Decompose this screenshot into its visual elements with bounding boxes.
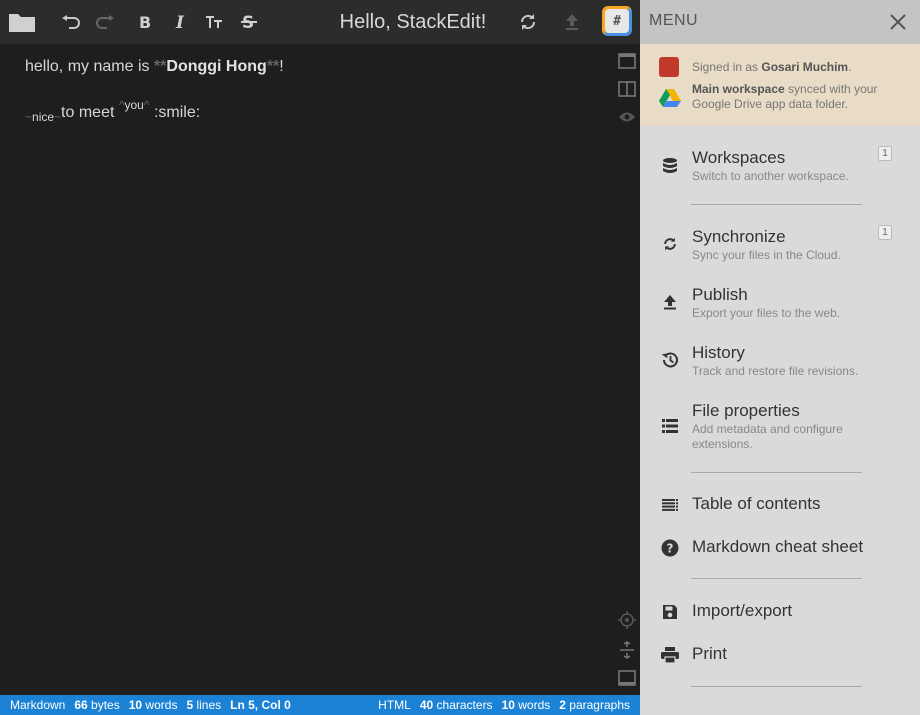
menu-item-label: Synchronize <box>692 227 786 246</box>
document-title[interactable]: Hello, StackEdit! <box>318 9 508 35</box>
menu-header: MENU <box>640 0 920 44</box>
printer-icon <box>660 645 680 665</box>
menu-item-synchronize[interactable]: Synchronize Sync your files in the Cloud… <box>640 225 920 275</box>
subscript-marker: ~ <box>25 110 33 124</box>
upload-icon <box>660 292 680 312</box>
status-right: HTML 40 characters 10 words 2 paragraphs <box>378 695 630 715</box>
publish-icon[interactable] <box>556 6 588 38</box>
menu-item-desc: Add metadata and configure extensions. <box>692 422 843 451</box>
menu-item-markdown-cheat-sheet[interactable]: ? Markdown cheat sheet <box>640 535 920 561</box>
editor-text: to meet <box>61 104 119 121</box>
close-icon[interactable] <box>888 12 908 32</box>
bold-marker: ** <box>153 58 167 75</box>
menu-item-publish[interactable]: Publish Export your files to the web. <box>640 283 920 333</box>
toggle-navbar-icon[interactable] <box>617 51 637 71</box>
menu-item-label: History <box>692 343 745 362</box>
menu-separator <box>691 686 862 687</box>
superscript-marker: ^ <box>143 98 150 112</box>
svg-text:B: B <box>139 14 151 30</box>
menu-item-desc: Sync your files in the Cloud. <box>692 248 841 262</box>
bold-text: Donggi Hong <box>166 58 267 75</box>
signin-info: Signed in as Gosari Muchim. Main workspa… <box>640 44 920 126</box>
sync-icon <box>660 234 680 254</box>
preview-eye-icon[interactable] <box>617 107 637 127</box>
svg-text:I: I <box>175 14 185 30</box>
menu-item-desc: Switch to another workspace. <box>692 169 849 183</box>
italic-icon[interactable]: I <box>165 6 197 38</box>
redo-icon[interactable] <box>89 6 121 38</box>
status-mode: Markdown <box>10 698 66 712</box>
strikethrough-icon[interactable]: S <box>233 6 265 38</box>
focus-crosshair-icon[interactable] <box>617 610 637 630</box>
menu-separator <box>691 204 862 205</box>
editor-line: ~nice~to meet ^you^ :smile: <box>25 98 201 124</box>
bold-icon[interactable]: B <box>130 6 162 38</box>
scroll-sync-icon[interactable] <box>617 640 637 660</box>
status-paragraphs: 2 paragraphs <box>559 698 630 712</box>
status-words: 10 words <box>128 698 178 712</box>
menu-item-label: Import/export <box>692 601 793 620</box>
toc-icon <box>660 495 680 515</box>
workspace-sync-text: Main workspace synced with your Google D… <box>692 82 878 111</box>
menu-item-import-export[interactable]: Import/export <box>640 599 920 625</box>
menu-separator <box>691 578 862 579</box>
status-bar: Markdown 66 bytes 10 words 5 lines Ln 5, Col… <box>0 695 640 715</box>
svg-text:?: ? <box>667 542 674 556</box>
status-cursor: Ln 5, Col 0 <box>230 698 291 712</box>
notification-badge: 1 <box>878 146 892 161</box>
folder-icon[interactable] <box>6 6 38 38</box>
google-drive-icon <box>659 88 681 108</box>
menu-item-label: Print <box>692 644 727 663</box>
menu-item-file-properties[interactable]: File properties Add metadata and configu… <box>640 399 920 455</box>
status-characters: 40 characters <box>419 698 493 712</box>
status-html-words: 10 words <box>501 698 551 712</box>
menu-item-table-of-contents[interactable]: Table of contents <box>640 492 920 518</box>
subscript-text: nice <box>32 110 55 124</box>
status-html-mode: HTML <box>378 698 411 712</box>
navigation-bar: B I S Hello, StackEdit! # <box>0 0 640 44</box>
menu-item-history[interactable]: History Track and restore file revisions… <box>640 341 920 391</box>
menu-item-workspaces[interactable]: Workspaces Switch to another workspace. … <box>640 146 920 196</box>
side-toolbar <box>614 44 640 695</box>
help-circle-icon: ? <box>660 538 680 558</box>
menu-item-desc: Export your files to the web. <box>692 306 841 320</box>
status-left: Markdown 66 bytes 10 words 5 lines Ln 5, Col… <box>10 695 291 715</box>
markdown-editor[interactable]: hello, my name is **Donggi Hong**! ~nice… <box>0 44 614 695</box>
menu-separator <box>691 472 862 473</box>
menu-item-label: Table of contents <box>692 494 821 513</box>
menu-item-label: File properties <box>692 401 800 420</box>
list-view-icon <box>660 416 680 436</box>
superscript-marker: ^ <box>118 98 125 112</box>
signed-in-text: Signed in as Gosari Muchim. <box>692 60 852 74</box>
menu-item-label: Publish <box>692 285 748 304</box>
save-disk-icon <box>660 602 680 622</box>
heading-icon[interactable] <box>198 6 230 38</box>
database-icon <box>660 156 680 176</box>
status-lines: 5 lines <box>186 698 222 712</box>
editor-line: hello, my name is **Donggi Hong**! <box>25 58 284 76</box>
sync-icon[interactable] <box>512 6 544 38</box>
editor-text: :smile: <box>149 104 201 121</box>
undo-icon[interactable] <box>55 6 87 38</box>
toggle-statusbar-icon[interactable] <box>617 668 637 688</box>
logo-glyph: # <box>605 9 629 33</box>
menu-item-desc: Track and restore file revisions. <box>692 364 859 378</box>
stackedit-logo[interactable]: # <box>602 6 632 36</box>
toggle-sidepreview-icon[interactable] <box>617 79 637 99</box>
notification-badge: 1 <box>878 225 892 240</box>
bold-marker: ** <box>266 58 280 75</box>
status-bytes: 66 bytes <box>74 698 120 712</box>
menu-panel: MENU Signed in as Gosari Muchim. Main wo… <box>640 0 920 715</box>
menu-item-print[interactable]: Print <box>640 642 920 668</box>
editor-text: hello, my name is <box>25 58 154 75</box>
menu-title: MENU <box>649 12 699 29</box>
editor-text: ! <box>279 58 284 75</box>
subscript-marker: ~ <box>54 110 62 124</box>
menu-item-label: Markdown cheat sheet <box>692 537 864 556</box>
menu-item-label: Workspaces <box>692 148 786 167</box>
avatar <box>659 57 679 77</box>
superscript-text: you <box>124 98 144 112</box>
history-icon <box>660 350 680 370</box>
